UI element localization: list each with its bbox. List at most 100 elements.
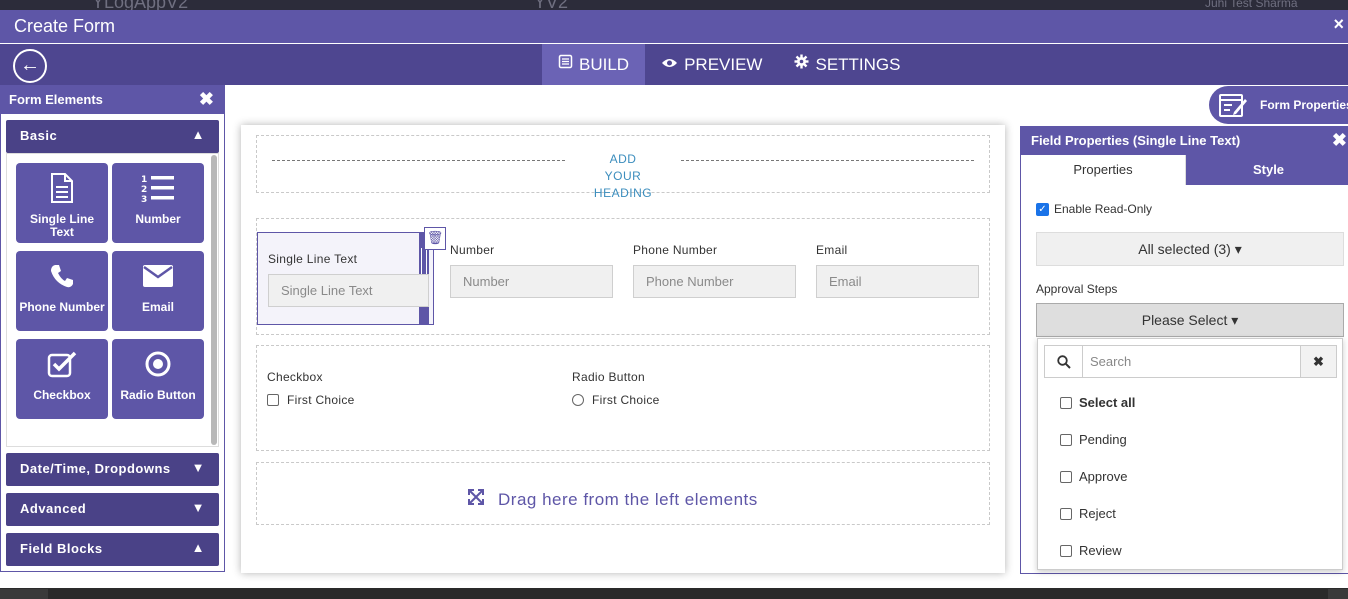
phone-icon [16,260,108,292]
caret-down-icon: ▾ [1231,312,1239,328]
tab-settings[interactable]: SETTINGS [778,44,916,85]
element-checkbox[interactable]: Checkbox [16,339,108,419]
envelope-icon [112,260,204,292]
accordion-advanced[interactable]: Advanced ▼ [6,493,219,526]
tab-properties[interactable]: Properties [1021,155,1187,185]
all-selected-dropdown[interactable]: All selected (3) ▾ [1036,232,1344,266]
field-properties-title: Field Properties (Single Line Text) [1031,133,1241,148]
single-line-text-input[interactable]: Single Line Text [268,274,429,307]
option-pending[interactable]: Pending [1060,432,1127,447]
drop-zone-hint: Drag here from the left elements [468,489,758,510]
field-label-email: Email [816,243,848,257]
checkmark-icon[interactable]: ✓ [1036,202,1049,216]
checkbox-option[interactable]: First Choice [267,393,355,407]
checkbox-option-label: First Choice [287,393,355,407]
chevron-up-icon: ▲ [191,540,205,555]
radio-icon [112,348,204,380]
svg-text:2: 2 [141,185,147,195]
heading-section[interactable]: ADD YOUR HEADING [256,135,990,200]
numbered-list-icon: 123 [112,172,204,204]
option-select-all[interactable]: Select all [1060,395,1135,410]
option-checkbox[interactable] [1060,470,1072,483]
element-phone-number[interactable]: Phone Number [16,251,108,331]
option-label: Pending [1079,432,1127,447]
accordion-basic-label: Basic [20,128,58,143]
gear-icon [794,44,809,85]
element-number[interactable]: 123 Number [112,163,204,243]
option-reject[interactable]: Reject [1060,506,1116,521]
radio-control[interactable] [572,394,584,406]
clear-search-icon[interactable]: ✖ [1300,346,1336,377]
field-properties-header: Field Properties (Single Line Text) ✖ [1021,127,1348,155]
element-radio-button[interactable]: Radio Button [112,339,204,419]
phone-number-input[interactable]: Phone Number [633,265,796,298]
checkbox-control[interactable] [267,394,279,406]
approval-steps-label: Approval Steps [1036,282,1118,296]
form-icon [558,44,573,85]
builder-tabs: BUILD PREVIEW SETTINGS [542,44,917,85]
background-footer-inner [48,589,1328,599]
tab-build[interactable]: BUILD [542,44,646,85]
close-modal-icon[interactable]: × [1333,14,1344,35]
create-form-modal: Create Form × ← BUILD PREVIEW SETTINGS F… [0,10,1348,588]
eye-icon [661,44,678,85]
option-review[interactable]: Review [1060,543,1122,558]
approval-steps-select[interactable]: Please Select ▾ [1036,303,1344,337]
field-label-phone-number: Phone Number [633,243,718,257]
field-properties-panel: Field Properties (Single Line Text) ✖ Pr… [1020,126,1348,574]
enable-read-only-label: Enable Read-Only [1054,202,1153,216]
radio-option-label: First Choice [592,393,660,407]
back-button[interactable]: ← [13,49,47,83]
chevron-up-icon: ▲ [191,127,205,142]
close-properties-panel-icon[interactable]: ✖ [1332,130,1347,151]
element-email[interactable]: Email [112,251,204,331]
approval-select-label: Please Select [1141,312,1228,328]
form-properties-button[interactable]: Form Properties [1209,86,1348,124]
element-radio-button-label: Radio Button [120,388,196,402]
option-checkbox[interactable] [1060,396,1072,409]
element-checkbox-label: Checkbox [33,388,91,402]
element-single-line-text[interactable]: Single Line Text [16,163,108,243]
option-label: Review [1079,543,1122,558]
option-checkbox[interactable] [1060,507,1072,520]
option-label: Reject [1079,506,1116,521]
background-user-name: Juhi Test Sharma [1205,0,1298,10]
element-phone-number-label: Phone Number [19,300,105,314]
heading-divider-left [272,160,565,161]
radio-option[interactable]: First Choice [572,393,660,407]
field-label-checkbox: Checkbox [267,370,323,384]
checkbox-icon [16,348,108,380]
option-checkbox[interactable] [1060,544,1072,557]
enable-read-only-checkbox[interactable]: ✓ Enable Read-Only [1036,202,1152,216]
tab-preview[interactable]: PREVIEW [645,44,778,85]
email-input[interactable]: Email [816,265,979,298]
builder-navbar: ← BUILD PREVIEW SETTINGS [0,44,1348,85]
add-heading-text[interactable]: ADD YOUR HEADING [593,151,653,202]
form-elements-header: Form Elements ✖ [1,85,224,114]
chevron-down-icon: ▼ [191,500,205,515]
tab-build-label: BUILD [579,55,630,74]
option-approve[interactable]: Approve [1060,469,1127,484]
document-icon [16,172,108,204]
tab-style[interactable]: Style [1186,155,1348,185]
approval-search-row: Search ✖ [1044,345,1337,378]
accordion-date-time-dropdowns[interactable]: Date/Time, Dropdowns ▼ [6,453,219,486]
accordion-basic[interactable]: Basic ▲ [6,120,219,153]
field-label-number: Number [450,243,495,257]
accordion-date-time-label: Date/Time, Dropdowns [20,461,171,476]
form-elements-panel: Form Elements ✖ Basic ▲ Single Line Text… [0,85,225,572]
close-elements-panel-icon[interactable]: ✖ [199,89,214,110]
form-elements-title: Form Elements [9,92,103,107]
elements-scrollbar[interactable] [211,155,217,445]
accordion-field-blocks[interactable]: Field Blocks ▲ [6,533,219,566]
delete-field-button[interactable]: 🗑 [424,227,446,250]
element-single-line-text-label: Single Line Text [29,212,94,239]
tab-preview-label: PREVIEW [684,55,763,74]
number-input[interactable]: Number [450,265,613,298]
basic-elements-grid: Single Line Text 123 Number Phone Number [6,153,219,447]
option-checkbox[interactable] [1060,433,1072,446]
approval-search-input[interactable]: Search [1090,354,1131,369]
modal-title: Create Form [14,16,116,36]
tab-settings-label: SETTINGS [815,55,901,74]
expand-arrows-icon [468,489,484,510]
